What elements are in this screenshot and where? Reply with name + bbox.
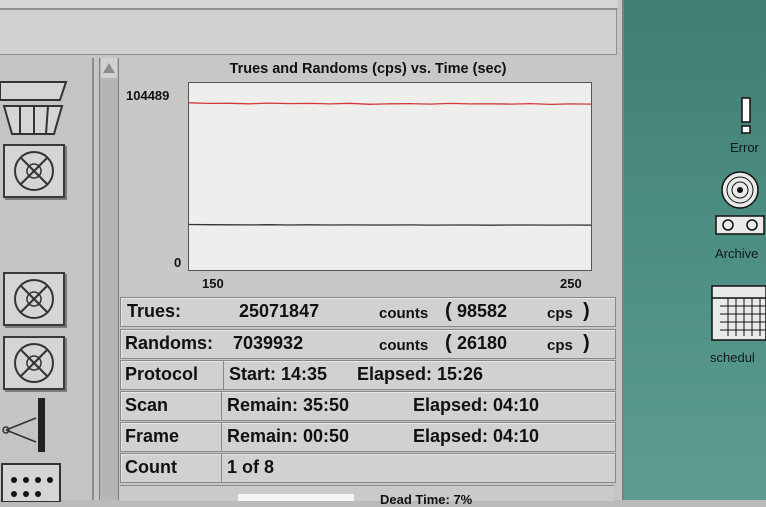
count-row: Count 1 of 8 bbox=[120, 453, 616, 483]
archive-icon[interactable] bbox=[714, 170, 766, 240]
chart-title: Trues and Randoms (cps) vs. Time (sec) bbox=[229, 61, 507, 77]
source-pin-icon[interactable] bbox=[0, 396, 60, 456]
tool-palette bbox=[0, 58, 94, 502]
randoms-counts-unit: counts bbox=[379, 337, 429, 354]
randoms-row: Randoms: 7039932 counts ( 26180 cps ) bbox=[120, 329, 616, 359]
x-tick-min: 150 bbox=[202, 276, 224, 291]
trues-cps: 98582 bbox=[457, 301, 508, 321]
y-tick-min: 0 bbox=[174, 255, 182, 270]
error-label[interactable]: Error bbox=[730, 140, 759, 155]
trues-counts: 25071847 bbox=[239, 301, 320, 321]
trues-label: Trues: bbox=[127, 301, 182, 321]
detector-ring-icon[interactable] bbox=[3, 336, 65, 390]
randoms-counts: 7039932 bbox=[233, 333, 304, 353]
x-tick-max: 250 bbox=[560, 276, 582, 291]
protocol-elapsed: Elapsed: 15:26 bbox=[357, 364, 484, 384]
desktop: Error Archive schedul bbox=[624, 0, 766, 500]
plot-area bbox=[188, 82, 592, 271]
gantry-icon[interactable] bbox=[0, 76, 70, 136]
scan-elapsed: Elapsed: 04:10 bbox=[413, 395, 540, 415]
detector-ring-icon[interactable] bbox=[3, 144, 65, 198]
count-value: 1 of 8 bbox=[227, 457, 275, 477]
column-divider bbox=[221, 423, 222, 451]
archive-label[interactable]: Archive bbox=[715, 246, 758, 261]
randoms-open-paren: ( bbox=[445, 332, 452, 354]
schedule-calendar-icon[interactable] bbox=[710, 284, 766, 342]
acquisition-window: Trues and Randoms (cps) vs. Time (sec) 1… bbox=[0, 0, 624, 506]
column-divider bbox=[221, 392, 222, 420]
frame-row: Frame Remain: 00:50 Elapsed: 04:10 bbox=[120, 422, 616, 452]
scan-remain: Remain: 35:50 bbox=[227, 395, 350, 415]
protocol-row: Protocol Start: 14:35 Elapsed: 15:26 bbox=[120, 360, 616, 390]
trues-counts-unit: counts bbox=[379, 305, 429, 322]
vertical-scrollbar[interactable] bbox=[99, 58, 119, 500]
error-icon[interactable] bbox=[736, 96, 756, 136]
column-divider bbox=[221, 454, 222, 482]
randoms-close-paren: ) bbox=[583, 332, 590, 354]
scan-row: Scan Remain: 35:50 Elapsed: 04:10 bbox=[120, 391, 616, 421]
randoms-cps: 26180 bbox=[457, 333, 508, 353]
plot-svg bbox=[188, 102, 592, 226]
frame-label: Frame bbox=[125, 426, 180, 446]
footer-strip: Dead Time: 7% bbox=[120, 485, 614, 506]
window-header bbox=[0, 9, 617, 55]
sinogram-grid-icon[interactable] bbox=[0, 462, 66, 502]
scan-label: Scan bbox=[125, 395, 169, 415]
trues-close-paren: ) bbox=[583, 300, 590, 322]
trues-row: Trues: 25071847 counts ( 98582 cps ) bbox=[120, 297, 616, 327]
randoms-rate-line bbox=[188, 223, 592, 226]
trues-cps-unit: cps bbox=[547, 305, 573, 322]
menu-bar bbox=[0, 0, 618, 9]
randoms-cps-unit: cps bbox=[547, 337, 573, 354]
protocol-label: Protocol bbox=[125, 364, 199, 384]
protocol-start: Start: 14:35 bbox=[229, 364, 328, 384]
rate-chart: Trues and Randoms (cps) vs. Time (sec) 1… bbox=[120, 58, 616, 294]
trues-rate-line bbox=[188, 102, 592, 106]
scroll-up-arrow-icon[interactable] bbox=[101, 58, 117, 78]
detector-ring-icon[interactable] bbox=[3, 272, 65, 326]
schedule-label[interactable]: schedul bbox=[710, 350, 755, 365]
column-divider bbox=[223, 361, 224, 389]
y-tick-max: 104489 bbox=[126, 88, 170, 103]
trues-open-paren: ( bbox=[445, 300, 452, 322]
randoms-label: Randoms: bbox=[125, 333, 214, 353]
count-label: Count bbox=[125, 457, 177, 477]
frame-remain: Remain: 00:50 bbox=[227, 426, 350, 446]
frame-elapsed: Elapsed: 04:10 bbox=[413, 426, 540, 446]
